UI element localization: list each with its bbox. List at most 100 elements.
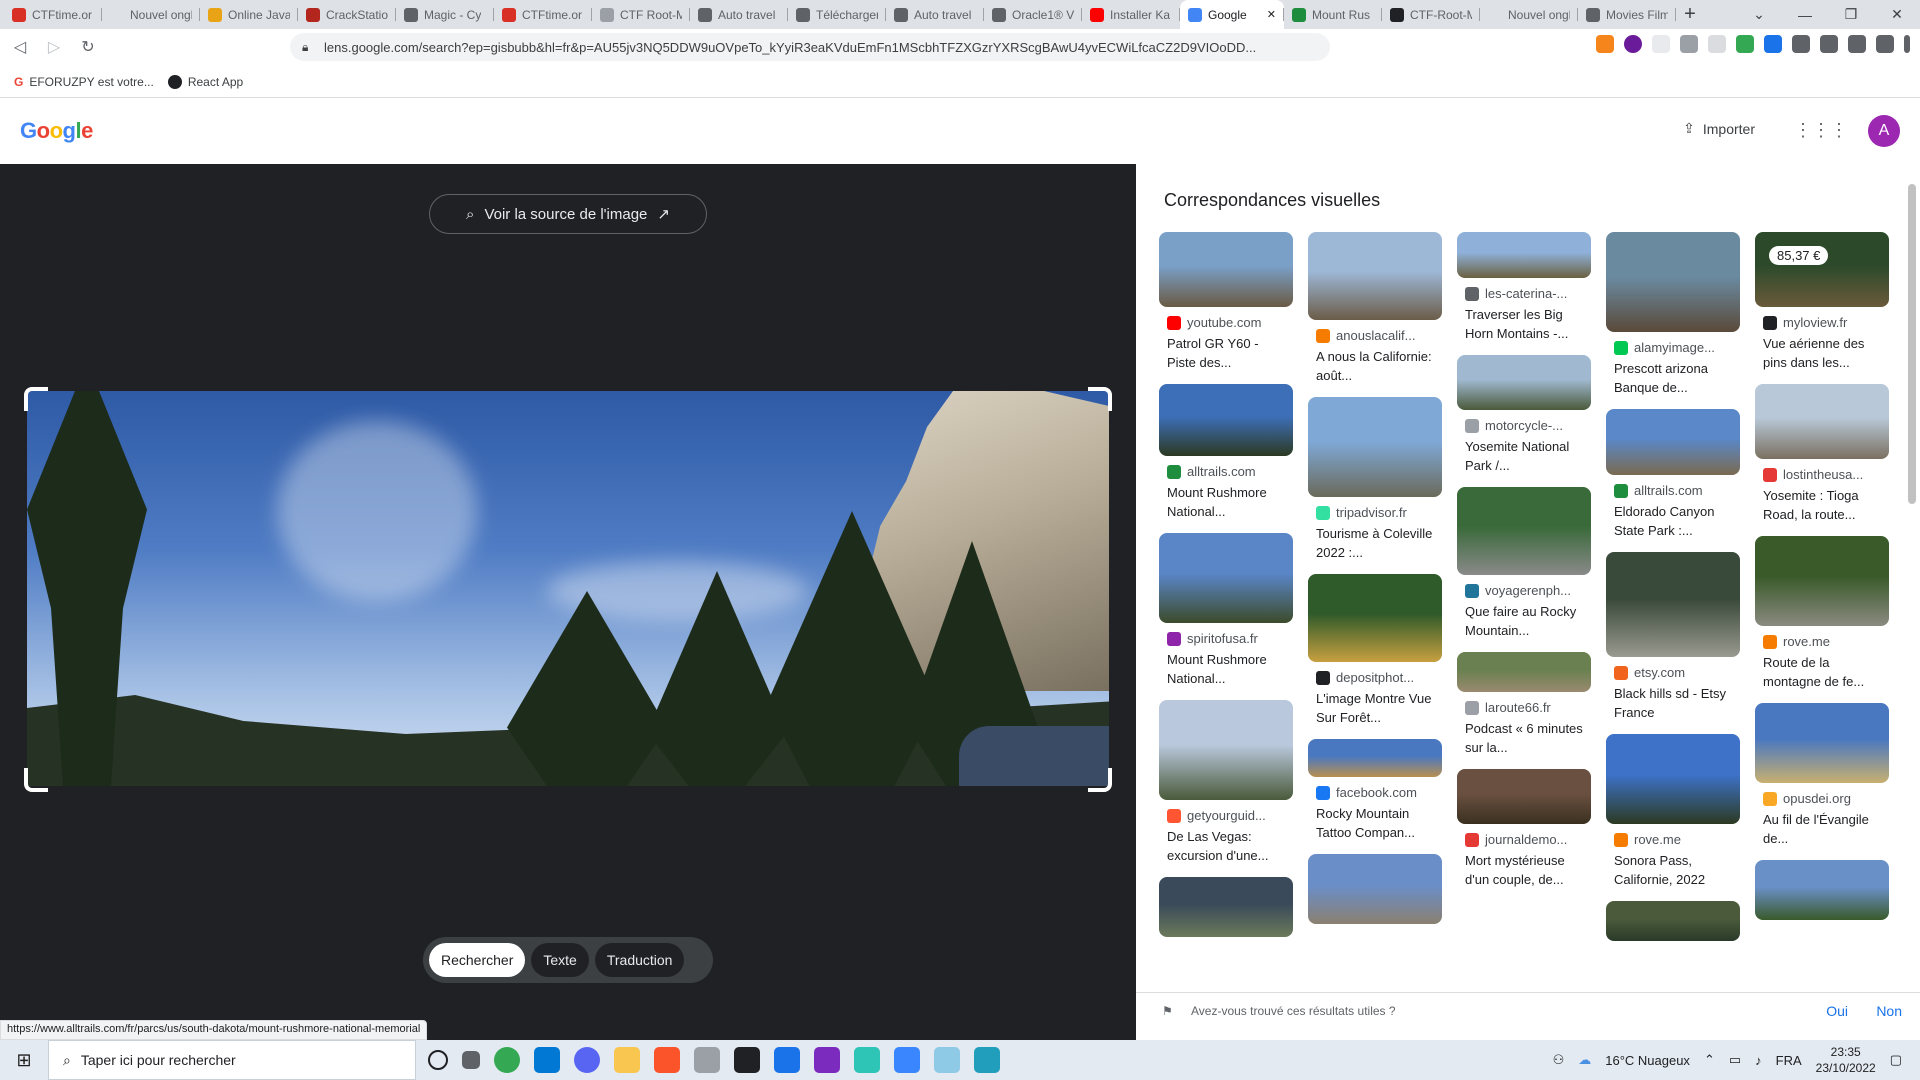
tray-chevron-icon[interactable]: ⌃ — [1704, 1052, 1715, 1068]
scrollbar-thumb[interactable] — [1908, 184, 1916, 504]
result-thumbnail[interactable] — [1457, 769, 1591, 824]
extension-icon[interactable] — [1652, 35, 1670, 53]
tab-8[interactable]: Télécharger — [788, 0, 886, 29]
wallet-icon[interactable] — [1876, 35, 1894, 53]
crop-handle[interactable] — [24, 387, 48, 411]
result-title[interactable]: Rocky Mountain Tattoo Compan... — [1316, 804, 1434, 842]
result-card[interactable]: journaldemo... Mort mystérieuse d'un coup… — [1457, 769, 1591, 889]
extension-icon[interactable] — [1708, 35, 1726, 53]
view-source-button[interactable]: ⌕ Voir la source de l'image ↗ — [429, 194, 707, 234]
result-card[interactable]: laroute66.fr Podcast « 6 minutes sur la..… — [1457, 652, 1591, 757]
result-title[interactable]: Mount Rushmore National... — [1167, 483, 1285, 521]
forward-icon[interactable]: ▷ — [40, 37, 68, 57]
result-card[interactable] — [1159, 877, 1293, 937]
feedback-no-button[interactable]: Non — [1876, 1003, 1902, 1019]
result-title[interactable]: Prescott arizona Banque de... — [1614, 359, 1732, 397]
minimize-icon[interactable]: — — [1782, 0, 1828, 29]
tab-2[interactable]: Online Java — [200, 0, 298, 29]
extension-icon[interactable] — [1764, 35, 1782, 53]
apps-grid-icon[interactable]: ⋮⋮⋮ — [1794, 120, 1848, 141]
result-card[interactable] — [1606, 901, 1740, 941]
result-card[interactable] — [1308, 854, 1442, 924]
result-card[interactable]: alamyimage... Prescott arizona Banque de.… — [1606, 232, 1740, 397]
result-card[interactable]: 85,37 € myloview.fr Vue aérienne des pins … — [1755, 232, 1889, 372]
result-title[interactable]: Mort mystérieuse d'un couple, de... — [1465, 851, 1583, 889]
result-card[interactable]: spiritofusa.fr Mount Rushmore National... — [1159, 533, 1293, 688]
avatar[interactable]: A — [1868, 115, 1900, 147]
tab-11[interactable]: Installer Ka — [1082, 0, 1180, 29]
menu-icon[interactable] — [1904, 35, 1910, 53]
bookmark-item[interactable]: G EFORUZPY est votre... — [14, 75, 154, 89]
file-explorer-icon[interactable] — [614, 1047, 640, 1073]
back-icon[interactable]: ◁ — [6, 37, 34, 57]
bookmark-item[interactable]: React App — [167, 74, 243, 89]
weather-text[interactable]: 16°C Nuageux — [1605, 1053, 1690, 1068]
result-title[interactable]: Patrol GR Y60 - Piste des... — [1167, 334, 1285, 372]
app-icon[interactable] — [774, 1047, 800, 1073]
result-title[interactable]: Au fil de l'Évangile de... — [1763, 810, 1881, 848]
tab-15[interactable]: Nouvel onglet — [1480, 0, 1578, 29]
reload-icon[interactable]: ↻ — [74, 37, 102, 57]
tab-4[interactable]: Magic - Cy — [396, 0, 494, 29]
result-card[interactable]: anouslacalif... A nous la Californie: aoû… — [1308, 232, 1442, 385]
media-icon[interactable] — [1820, 35, 1838, 53]
result-thumbnail[interactable] — [1159, 232, 1293, 307]
result-title[interactable]: Podcast « 6 minutes sur la... — [1465, 719, 1583, 757]
notification-icon[interactable]: ▢ — [1890, 1052, 1902, 1068]
sidebar-icon[interactable] — [1848, 35, 1866, 53]
result-thumbnail[interactable] — [1457, 355, 1591, 410]
result-title[interactable]: Traverser les Big Horn Montains -... — [1465, 305, 1583, 343]
tab-12[interactable]: Google ✕ — [1180, 0, 1284, 29]
result-thumbnail[interactable] — [1606, 232, 1740, 332]
result-thumbnail[interactable] — [1457, 652, 1591, 692]
result-thumbnail[interactable] — [1308, 739, 1442, 777]
result-card[interactable]: tripadvisor.fr Tourisme à Coleville 2022 … — [1308, 397, 1442, 562]
tab-9[interactable]: Auto travel — [886, 0, 984, 29]
crop-handle[interactable] — [1088, 768, 1112, 792]
crop-handle[interactable] — [1088, 387, 1112, 411]
tab-3[interactable]: CrackStatio — [298, 0, 396, 29]
result-thumbnail[interactable] — [1457, 232, 1591, 278]
result-title[interactable]: Eldorado Canyon State Park :... — [1614, 502, 1732, 540]
result-card[interactable]: alltrails.com Mount Rushmore National... — [1159, 384, 1293, 521]
tab-search-icon[interactable]: ⌄ — [1736, 0, 1782, 29]
import-button[interactable]: ⇪ Importer — [1683, 120, 1755, 137]
tab-7[interactable]: Auto travel — [690, 0, 788, 29]
puzzle-icon[interactable] — [1792, 35, 1810, 53]
result-thumbnail[interactable] — [1457, 487, 1591, 575]
result-thumbnail[interactable] — [1755, 384, 1889, 459]
chrome-icon[interactable] — [494, 1047, 520, 1073]
result-thumbnail[interactable] — [1308, 854, 1442, 924]
new-tab-button[interactable]: + — [1676, 0, 1704, 29]
app-icon[interactable] — [854, 1047, 880, 1073]
result-card[interactable]: opusdei.org Au fil de l'Évangile de... — [1755, 703, 1889, 848]
result-card[interactable]: rove.me Sonora Pass, Californie, 2022 — [1606, 734, 1740, 889]
result-thumbnail[interactable] — [1308, 232, 1442, 320]
result-thumbnail[interactable] — [1159, 384, 1293, 456]
discord-icon[interactable] — [574, 1047, 600, 1073]
result-title[interactable]: Mount Rushmore National... — [1167, 650, 1285, 688]
people-icon[interactable]: ⚇ — [1553, 1052, 1565, 1068]
url-field[interactable]: 🔒︎ lens.google.com/search?ep=gisbubb&hl=… — [290, 33, 1330, 61]
tab-1[interactable]: Nouvel onglet — [102, 0, 200, 29]
result-title[interactable]: Que faire au Rocky Mountain... — [1465, 602, 1583, 640]
extension-icon[interactable] — [1736, 35, 1754, 53]
result-card[interactable]: voyagerenph... Que faire au Rocky Mountai… — [1457, 487, 1591, 640]
obsidian-icon[interactable] — [814, 1047, 840, 1073]
windows-start-icon[interactable]: ⊞ — [0, 1050, 48, 1071]
result-title[interactable]: Tourisme à Coleville 2022 :... — [1316, 524, 1434, 562]
close-window-icon[interactable]: ✕ — [1874, 0, 1920, 29]
result-thumbnail[interactable] — [1606, 409, 1740, 475]
volume-icon[interactable]: ♪ — [1755, 1053, 1762, 1068]
result-title[interactable]: Sonora Pass, Californie, 2022 — [1614, 851, 1732, 889]
result-thumbnail[interactable] — [1606, 734, 1740, 824]
result-thumbnail[interactable] — [1159, 700, 1293, 800]
result-thumbnail[interactable] — [1606, 552, 1740, 657]
result-card[interactable]: getyourguid... De Las Vegas: excursion d'… — [1159, 700, 1293, 865]
mode-text-button[interactable]: Texte — [531, 943, 589, 977]
result-thumbnail[interactable] — [1308, 574, 1442, 662]
result-card[interactable]: rove.me Route de la montagne de fe... — [1755, 536, 1889, 691]
result-card[interactable]: etsy.com Black hills sd - Etsy France — [1606, 552, 1740, 722]
photos-icon[interactable] — [974, 1047, 1000, 1073]
result-title[interactable]: Yosemite : Tioga Road, la route... — [1763, 486, 1881, 524]
